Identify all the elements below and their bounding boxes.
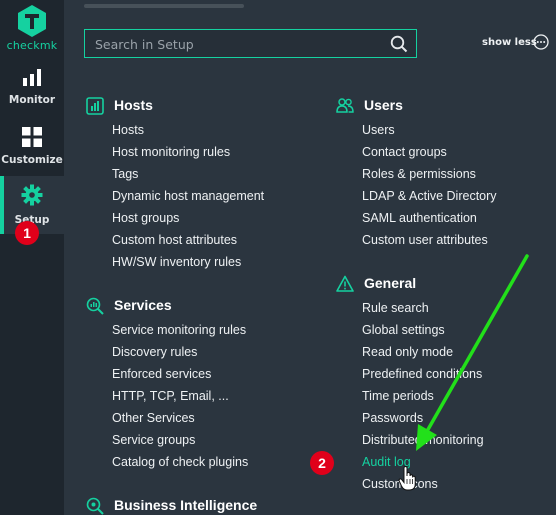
menu-item-global-settings[interactable]: Global settings	[362, 323, 445, 337]
menu-item-predefined-conditions[interactable]: Predefined conditions	[362, 367, 482, 381]
users-icon	[336, 98, 354, 113]
menu-item-host-monitoring-rules[interactable]: Host monitoring rules	[112, 145, 230, 159]
nav-customize[interactable]: Customize	[0, 120, 64, 176]
menu-item-users[interactable]: Users	[362, 123, 395, 137]
menu-item-read-only-mode[interactable]: Read only mode	[362, 345, 453, 359]
menu-item-host-groups[interactable]: Host groups	[112, 211, 179, 225]
menu-item-enforced-services[interactable]: Enforced services	[112, 367, 211, 381]
search-placeholder: Search in Setup	[95, 37, 194, 52]
services-icon	[86, 297, 104, 315]
bar-chart-icon	[23, 69, 41, 86]
warning-triangle-icon	[336, 275, 354, 292]
menu-item-service-groups[interactable]: Service groups	[112, 433, 195, 447]
step-badge-2: 2	[310, 451, 334, 475]
menu-item-other-services[interactable]: Other Services	[112, 411, 195, 425]
main-sidebar: checkmk Monitor Customize Setup	[0, 0, 64, 515]
menu-item-custom-host-attributes[interactable]: Custom host attributes	[112, 233, 237, 247]
menu-item-tags[interactable]: Tags	[112, 167, 138, 181]
checkmk-logo-icon	[18, 5, 46, 37]
page-title-partial	[84, 0, 244, 8]
nav-monitor-label: Monitor	[8, 94, 56, 106]
menu-item-custom-user-attributes[interactable]: Custom user attributes	[362, 233, 488, 247]
section-hosts-title: Hosts	[114, 97, 153, 113]
menu-item-dynamic-host-management[interactable]: Dynamic host management	[112, 189, 264, 203]
grid-icon	[22, 127, 42, 147]
menu-item-rule-search[interactable]: Rule search	[362, 301, 429, 315]
menu-item-saml-authentication[interactable]: SAML authentication	[362, 211, 477, 225]
more-horizontal-circle-icon[interactable]	[533, 34, 549, 50]
section-services-title: Services	[114, 297, 172, 313]
menu-item-passwords[interactable]: Passwords	[362, 411, 423, 425]
search-input[interactable]: Search in Setup	[84, 29, 417, 58]
section-general-title: General	[364, 275, 417, 291]
nav-customize-label: Customize	[1, 154, 63, 166]
menu-item-roles-permissions[interactable]: Roles & permissions	[362, 167, 476, 181]
hand-cursor-icon	[398, 466, 416, 491]
menu-item-hosts[interactable]: Hosts	[112, 123, 144, 137]
gear-icon	[21, 184, 43, 206]
hosts-icon	[86, 97, 104, 115]
menu-item-catalog-check-plugins[interactable]: Catalog of check plugins	[112, 455, 248, 469]
brand-name: checkmk	[6, 39, 58, 52]
menu-item-discovery-rules[interactable]: Discovery rules	[112, 345, 197, 359]
checkmk-logo[interactable]: checkmk	[0, 2, 64, 58]
menu-item-http-tcp-email[interactable]: HTTP, TCP, Email, ...	[112, 389, 229, 403]
section-users-title: Users	[364, 97, 403, 113]
menu-item-hw-sw-inventory-rules[interactable]: HW/SW inventory rules	[112, 255, 241, 269]
menu-item-contact-groups[interactable]: Contact groups	[362, 145, 447, 159]
menu-item-distributed-monitoring[interactable]: Distributed monitoring	[362, 433, 484, 447]
search-icon[interactable]	[390, 35, 408, 53]
business-intelligence-icon	[86, 497, 104, 515]
section-bi-title: Business Intelligence	[114, 497, 258, 513]
show-less-toggle[interactable]: show less	[482, 37, 537, 48]
menu-item-service-monitoring-rules[interactable]: Service monitoring rules	[112, 323, 246, 337]
menu-item-time-periods[interactable]: Time periods	[362, 389, 434, 403]
nav-monitor[interactable]: Monitor	[0, 60, 64, 116]
menu-item-ldap-active-directory[interactable]: LDAP & Active Directory	[362, 189, 497, 203]
step-badge-1: 1	[15, 221, 39, 245]
